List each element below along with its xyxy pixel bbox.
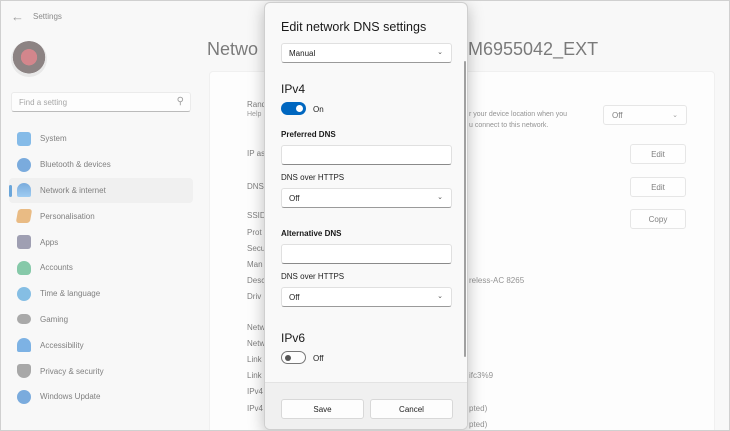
ipv4-toggle[interactable] [281,102,306,115]
preferred-doh-select[interactable]: Off ⌄ [281,188,452,208]
screenshot-frame: ← Settings Find a setting ⚲ System Bluet… [0,0,730,431]
ipv6-toggle-state: Off [313,354,324,363]
dialog-title: Edit network DNS settings [281,20,427,34]
save-button[interactable]: Save [281,399,364,419]
preferred-doh-value: Off [289,193,300,203]
doh-label: DNS over HTTPS [281,272,345,281]
dialog-scrollbar[interactable] [464,61,466,357]
dns-mode-select[interactable]: Manual ⌄ [281,43,452,63]
edit-dns-dialog: Edit network DNS settings Manual ⌄ IPv4 … [264,2,468,430]
ipv6-heading: IPv6 [281,331,306,345]
chevron-down-icon: ⌄ [437,293,443,300]
chevron-down-icon: ⌄ [437,49,443,56]
dns-mode-value: Manual [289,48,316,58]
alternative-dns-label: Alternative DNS [281,229,342,238]
alternative-doh-select[interactable]: Off ⌄ [281,287,452,307]
alternative-dns-input[interactable] [281,244,452,264]
doh-label: DNS over HTTPS [281,173,345,182]
cancel-button[interactable]: Cancel [370,399,453,419]
ipv4-heading: IPv4 [281,82,306,96]
preferred-dns-input[interactable] [281,145,452,165]
ipv4-toggle-state: On [313,105,324,114]
ipv6-toggle[interactable] [281,351,306,364]
alternative-doh-value: Off [289,292,300,302]
preferred-dns-label: Preferred DNS [281,130,336,139]
chevron-down-icon: ⌄ [437,194,443,201]
dialog-footer: Save Cancel [265,382,467,429]
